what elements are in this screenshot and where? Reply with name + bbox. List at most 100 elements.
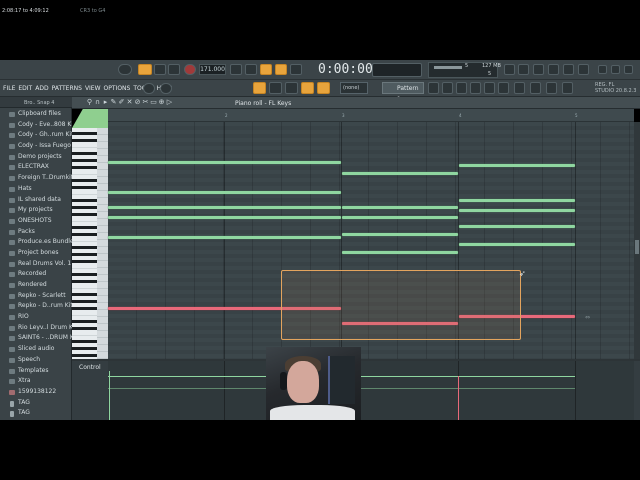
browser-item[interactable]: Speech: [0, 355, 72, 366]
velocity-bar[interactable]: [109, 371, 110, 420]
maximize-icon[interactable]: [611, 65, 620, 74]
cpu-icon[interactable]: [530, 82, 541, 94]
blend-notes-icon[interactable]: [290, 64, 302, 75]
browser-item[interactable]: Produce.es Bundle: [0, 237, 72, 248]
play-button[interactable]: [154, 64, 166, 75]
browser-item[interactable]: RIO: [0, 312, 72, 323]
browser-item[interactable]: My projects: [0, 205, 72, 216]
note[interactable]: [342, 206, 458, 209]
browser-item[interactable]: 1599138122: [0, 387, 72, 398]
mixer-view-icon[interactable]: [484, 82, 495, 94]
browser-item[interactable]: TAG: [0, 408, 72, 419]
play-icon[interactable]: ▸: [102, 99, 109, 106]
browser-item[interactable]: Sliced audio: [0, 344, 72, 355]
minimize-icon[interactable]: [598, 65, 607, 74]
magnet-icon[interactable]: ∩: [94, 99, 101, 106]
note[interactable]: [342, 233, 458, 236]
search-icon[interactable]: ⚲: [86, 99, 93, 106]
browser-item[interactable]: Demo projects: [0, 152, 72, 163]
note[interactable]: [108, 216, 341, 219]
pencil-icon[interactable]: ✎: [110, 99, 117, 106]
browser-item[interactable]: Xtra: [0, 376, 72, 387]
playlist-icon[interactable]: [442, 82, 453, 94]
tempo-display[interactable]: 171.000: [199, 64, 226, 75]
browser-title[interactable]: Bro.. Snap 4: [24, 100, 54, 106]
browser-item[interactable]: Repko - Scarlett: [0, 291, 72, 302]
touch-controller-icon[interactable]: [546, 82, 557, 94]
snap-toggle-icon[interactable]: [253, 82, 266, 94]
close-icon[interactable]: [624, 65, 633, 74]
download-update-icon[interactable]: [562, 82, 573, 94]
browser-item[interactable]: Cody - Issa Fuego: [0, 141, 72, 152]
note[interactable]: [459, 209, 575, 212]
menu-file[interactable]: FILE: [3, 85, 15, 92]
scroll-arrows-icon[interactable]: ⇔: [585, 314, 590, 321]
playback-icon[interactable]: ▷: [166, 99, 173, 106]
browser-item[interactable]: Cody - Gh..rum Kit): [0, 130, 72, 141]
note[interactable]: [342, 216, 458, 219]
browser-item[interactable]: IL shared data: [0, 195, 72, 206]
browser-item[interactable]: Cody - Eve..808 Kit): [0, 120, 72, 131]
zoom-icon[interactable]: ⊕: [158, 99, 165, 106]
wait-input-icon[interactable]: [245, 64, 257, 75]
browser-item[interactable]: Recorded: [0, 269, 72, 280]
browser-item[interactable]: Rio Leyv..l Drum Kit: [0, 323, 72, 334]
record-button[interactable]: [184, 64, 196, 75]
browser-item[interactable]: Rendered: [0, 280, 72, 291]
velocity-bar-selected[interactable]: [458, 376, 459, 420]
note[interactable]: [342, 172, 458, 175]
note[interactable]: [459, 243, 575, 246]
note[interactable]: [459, 199, 575, 202]
browser-item[interactable]: TAG: [0, 398, 72, 409]
save-icon[interactable]: [563, 64, 574, 75]
note[interactable]: [108, 191, 341, 194]
plugin-picker-icon[interactable]: [498, 82, 509, 94]
browser-item[interactable]: Repko - D..rum Kit): [0, 301, 72, 312]
note[interactable]: [459, 164, 575, 167]
project-info-icon[interactable]: [514, 82, 525, 94]
note[interactable]: [342, 251, 458, 254]
browser-item[interactable]: Real Drums Vol. 1: [0, 259, 72, 270]
browser-item[interactable]: Templates: [0, 366, 72, 377]
menu-add[interactable]: ADD: [35, 85, 48, 92]
microphone-icon[interactable]: [533, 64, 544, 75]
magnet-icon[interactable]: [317, 82, 330, 94]
browser-item[interactable]: Project bones: [0, 248, 72, 259]
note[interactable]: [108, 161, 341, 164]
browser-icon[interactable]: [470, 82, 481, 94]
selection-box[interactable]: [281, 270, 521, 340]
step-edit-icon[interactable]: [275, 64, 287, 75]
online-icon[interactable]: [504, 64, 515, 75]
menu-view[interactable]: VIEW: [85, 85, 101, 92]
delete-icon[interactable]: ✕: [126, 99, 133, 106]
browser-item[interactable]: Foreign T..Drumkit: [0, 173, 72, 184]
piano-black-keys[interactable]: [72, 128, 97, 359]
menu-patterns[interactable]: PATTERNS: [52, 85, 82, 92]
browser-item[interactable]: Packs: [0, 227, 72, 238]
pattern-selector[interactable]: Pattern 1: [382, 82, 424, 103]
metronome-icon[interactable]: [230, 64, 242, 75]
main-menu-icon[interactable]: [118, 64, 132, 75]
browser-item[interactable]: ELECTRAX: [0, 162, 72, 173]
select-icon[interactable]: ▭: [150, 99, 157, 106]
control-selector[interactable]: Control: [79, 364, 101, 371]
master-pitch-knob[interactable]: [160, 83, 172, 94]
slice-icon[interactable]: ✂: [142, 99, 149, 106]
menu-edit[interactable]: EDIT: [18, 85, 32, 92]
download-icon[interactable]: [548, 64, 559, 75]
settings-icon[interactable]: [578, 64, 589, 75]
browser-item[interactable]: Hats: [0, 184, 72, 195]
arrow-right-icon[interactable]: [269, 82, 282, 94]
menu-options[interactable]: OPTIONS: [104, 85, 131, 92]
note[interactable]: [459, 225, 575, 228]
mute-icon[interactable]: ⊘: [134, 99, 141, 106]
browser-item[interactable]: Clipboard files: [0, 109, 72, 120]
stop-button[interactable]: [168, 64, 180, 75]
countdown-icon[interactable]: [260, 64, 272, 75]
browser-item[interactable]: ONESHOTS: [0, 216, 72, 227]
vertical-scroll-thumb[interactable]: [635, 240, 639, 254]
browser-item[interactable]: SAINT6 - ..DRUM KIT: [0, 333, 72, 344]
pencil-icon[interactable]: [285, 82, 298, 94]
channel-rack-icon[interactable]: [428, 82, 439, 94]
brush-icon[interactable]: [301, 82, 314, 94]
